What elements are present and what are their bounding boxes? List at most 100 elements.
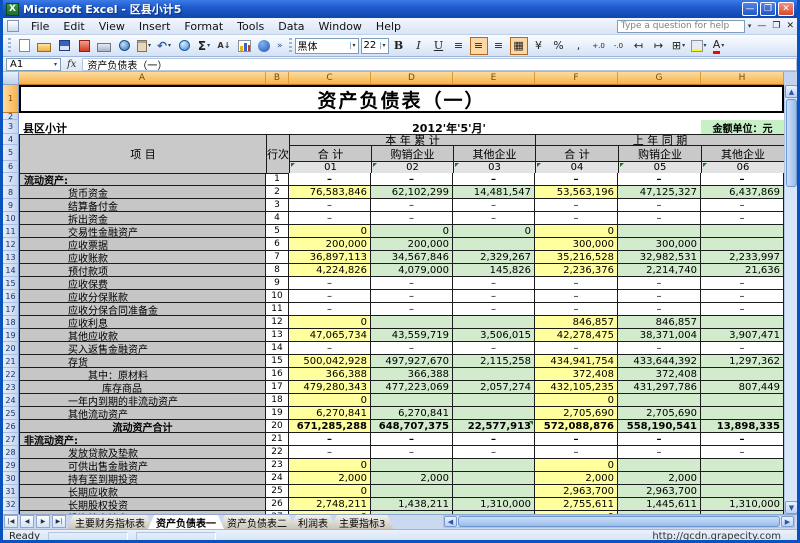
- item-label-cell[interactable]: 发放贷款及垫款: [19, 446, 266, 459]
- value-cell[interactable]: 2,755,611: [535, 498, 618, 511]
- value-cell[interactable]: [701, 472, 784, 485]
- value-cell[interactable]: 0: [289, 394, 371, 407]
- value-cell[interactable]: [618, 225, 701, 238]
- new-icon[interactable]: [15, 37, 33, 55]
- row-header-31[interactable]: 31: [3, 485, 19, 498]
- hyperlink-icon[interactable]: [175, 37, 193, 55]
- value-cell[interactable]: 366,388: [289, 368, 371, 381]
- sheet-tab-主要财务指标表[interactable]: 主要财务指标表: [67, 515, 153, 529]
- row-header-18[interactable]: 18: [3, 316, 19, 329]
- value-cell[interactable]: 200,000: [289, 238, 371, 251]
- value-cell[interactable]: [701, 316, 784, 329]
- autosum-icon[interactable]: Σ▾: [195, 37, 213, 55]
- value-cell[interactable]: –: [618, 342, 701, 355]
- value-cell[interactable]: –: [453, 212, 535, 225]
- value-cell[interactable]: [701, 394, 784, 407]
- sub-header-4[interactable]: 合 计: [535, 145, 619, 162]
- menu-help[interactable]: Help: [369, 19, 408, 34]
- align-center-button[interactable]: ≡: [470, 37, 488, 55]
- value-cell[interactable]: 372,408: [618, 368, 701, 381]
- item-label-cell[interactable]: 预付款项: [19, 264, 266, 277]
- line-number-cell[interactable]: 23: [266, 459, 289, 472]
- value-cell[interactable]: 372,408: [535, 368, 618, 381]
- name-box[interactable]: A1▾: [6, 58, 61, 71]
- row-header-9[interactable]: 9: [3, 199, 19, 212]
- line-number-cell[interactable]: 21: [266, 433, 289, 446]
- column-header-G[interactable]: G: [618, 72, 701, 85]
- value-cell[interactable]: –: [289, 342, 371, 355]
- value-cell[interactable]: 434,941,754: [535, 355, 618, 368]
- value-cell[interactable]: 4,224,826: [289, 264, 371, 277]
- row-header-5[interactable]: 5: [3, 145, 19, 161]
- row-header-20[interactable]: 20: [3, 342, 19, 355]
- toolbar-grip2[interactable]: [289, 38, 292, 54]
- last-sheet-icon[interactable]: ▶|: [52, 515, 66, 528]
- value-cell[interactable]: –: [371, 290, 453, 303]
- value-cell[interactable]: –: [535, 433, 618, 446]
- value-cell[interactable]: 558,190,541: [618, 420, 701, 433]
- row-header-4[interactable]: 4: [3, 134, 19, 145]
- value-cell[interactable]: –: [453, 446, 535, 459]
- row-header-29[interactable]: 29: [3, 459, 19, 472]
- minimize-button[interactable]: —: [742, 2, 758, 16]
- value-cell[interactable]: 0: [535, 225, 618, 238]
- value-cell[interactable]: –: [453, 173, 535, 186]
- menu-tools[interactable]: Tools: [230, 19, 271, 34]
- value-cell[interactable]: 6,270,841: [371, 407, 453, 420]
- row-header-22[interactable]: 22: [3, 368, 19, 381]
- row-header-3[interactable]: 3: [3, 120, 19, 134]
- sub-header-2[interactable]: 购销企业: [371, 145, 454, 162]
- value-cell[interactable]: 32,982,531: [618, 251, 701, 264]
- unit-label-cell[interactable]: 金额单位：元: [701, 120, 784, 134]
- value-cell[interactable]: –: [453, 303, 535, 316]
- value-cell[interactable]: –: [618, 433, 701, 446]
- line-number-cell[interactable]: 5: [266, 225, 289, 238]
- scroll-left-icon[interactable]: ◀: [444, 516, 457, 527]
- value-cell[interactable]: 14,481,547: [453, 186, 535, 199]
- value-cell[interactable]: –: [453, 277, 535, 290]
- value-cell[interactable]: 2,963,700: [618, 485, 701, 498]
- item-label-cell[interactable]: 流动资产:: [19, 173, 266, 186]
- vertical-scroll-thumb[interactable]: [786, 99, 797, 187]
- line-number-cell[interactable]: 14: [266, 342, 289, 355]
- help-dropdown-icon[interactable]: ▾: [745, 22, 755, 30]
- item-label-cell[interactable]: 持有至到期投资: [19, 472, 266, 485]
- value-cell[interactable]: [618, 459, 701, 472]
- help-icon[interactable]: [255, 37, 273, 55]
- value-cell[interactable]: 36,897,113: [289, 251, 371, 264]
- value-cell[interactable]: –: [453, 433, 535, 446]
- value-cell[interactable]: 0: [289, 459, 371, 472]
- value-cell[interactable]: –: [618, 173, 701, 186]
- value-cell[interactable]: 500,042,928: [289, 355, 371, 368]
- value-cell[interactable]: –: [289, 173, 371, 186]
- value-cell[interactable]: –: [701, 342, 784, 355]
- value-cell[interactable]: –: [371, 173, 453, 186]
- value-cell[interactable]: [453, 394, 535, 407]
- value-cell[interactable]: –: [701, 446, 784, 459]
- scroll-right-icon[interactable]: ▶: [781, 516, 794, 527]
- formula-input[interactable]: 资产负债表（一）: [82, 58, 797, 71]
- value-cell[interactable]: –: [289, 303, 371, 316]
- underline-button[interactable]: U: [430, 37, 448, 55]
- align-left-button[interactable]: ≡: [450, 37, 468, 55]
- row-header-13[interactable]: 13: [3, 251, 19, 264]
- value-cell[interactable]: 0: [289, 316, 371, 329]
- value-cell[interactable]: [453, 368, 535, 381]
- value-cell[interactable]: 0: [371, 225, 453, 238]
- value-cell[interactable]: 2,214,740: [618, 264, 701, 277]
- line-number-cell[interactable]: 16: [266, 368, 289, 381]
- value-cell[interactable]: 2,000: [535, 472, 618, 485]
- value-cell[interactable]: 2,000: [371, 472, 453, 485]
- value-cell[interactable]: 6,437,869: [701, 186, 784, 199]
- row-header-10[interactable]: 10: [3, 212, 19, 225]
- open-icon[interactable]: [35, 37, 53, 55]
- row-header-19[interactable]: 19: [3, 329, 19, 342]
- item-column-header[interactable]: 项 目: [19, 134, 267, 174]
- value-cell[interactable]: –: [701, 173, 784, 186]
- line-number-cell[interactable]: 6: [266, 238, 289, 251]
- item-label-cell[interactable]: 其他应收款: [19, 329, 266, 342]
- value-cell[interactable]: 2,233,997: [701, 251, 784, 264]
- value-cell[interactable]: 0: [453, 225, 535, 238]
- borders-button[interactable]: ⊞▾: [670, 37, 688, 55]
- value-cell[interactable]: –: [618, 199, 701, 212]
